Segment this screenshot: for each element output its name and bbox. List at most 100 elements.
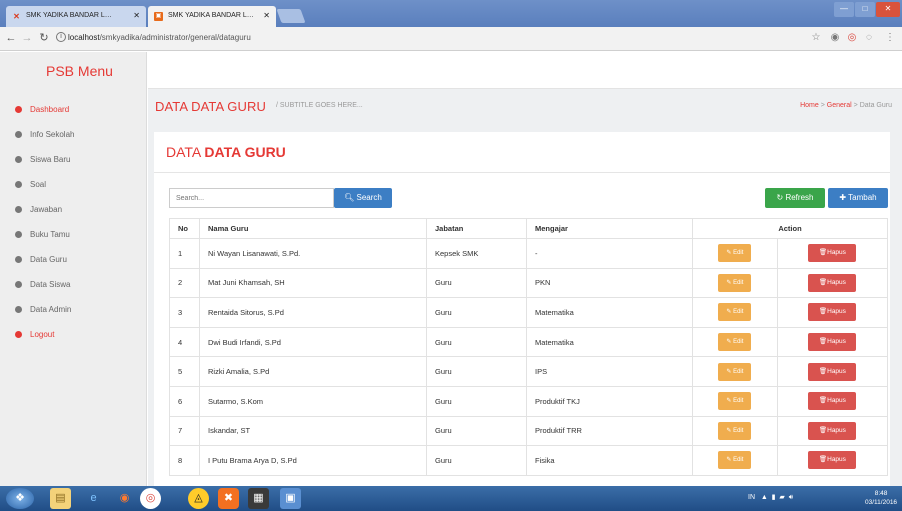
bullet-icon <box>15 206 22 213</box>
new-tab-button[interactable] <box>276 9 306 23</box>
close-tab-icon[interactable]: ✕ <box>263 6 270 26</box>
chrome-icon[interactable]: ◎ <box>140 488 161 509</box>
file-explorer-icon[interactable]: ▤ <box>50 488 71 509</box>
edit-icon: ✎ <box>726 309 732 316</box>
sidebar-item-logout[interactable]: Logout <box>0 325 146 350</box>
menu-icon[interactable]: ⋮ <box>884 32 896 44</box>
extension-icon[interactable]: ◌ <box>863 32 875 44</box>
window-close-icon[interactable]: ✕ <box>876 2 900 17</box>
search-button-label: Search <box>356 193 382 202</box>
breadcrumb-general[interactable]: General <box>827 102 852 109</box>
sidebar-item-data-guru[interactable]: Data Guru <box>0 250 146 275</box>
sidebar-item-data-admin[interactable]: Data Admin <box>0 300 146 325</box>
info-icon[interactable]: i <box>56 32 66 42</box>
start-button-icon[interactable]: ❖ <box>6 488 34 509</box>
edit-button-label: Edit <box>733 427 744 434</box>
search-button[interactable]: 🔍︎ Search <box>334 188 392 208</box>
language-indicator[interactable]: IN <box>748 494 755 501</box>
edit-button[interactable]: ✎ Edit <box>718 421 752 440</box>
sidebar-item-label: Soal <box>30 180 47 189</box>
bookmark-star-icon[interactable]: ☆ <box>810 32 822 44</box>
edit-button[interactable]: ✎ Edit <box>718 451 752 470</box>
cell-no: 6 <box>169 385 200 417</box>
tray-arrow-icon[interactable]: ▲ <box>757 494 768 501</box>
address-bar: ← → ↻ i localhost/smkyadika/administrato… <box>0 27 902 51</box>
sidebar-item-info-sekolah[interactable]: Info Sekolah <box>0 125 146 150</box>
extension-icon[interactable]: ◎ <box>846 32 858 44</box>
minimize-icon[interactable]: — <box>834 2 854 17</box>
sidebar-item-data-siswa[interactable]: Data Siswa <box>0 275 146 300</box>
delete-button[interactable]: 🗑︎Hapus <box>808 362 857 381</box>
cell-jabatan: Guru <box>426 356 527 387</box>
edit-button[interactable]: ✎ Edit <box>718 244 752 263</box>
delete-button[interactable]: 🗑︎Hapus <box>808 451 857 470</box>
cell-nama-guru: I Putu Brama Arya D, S.Pd <box>199 445 427 476</box>
extension-icon[interactable]: ◉ <box>829 32 841 44</box>
cell-delete: 🗑︎Hapus <box>776 267 889 299</box>
edit-button[interactable]: ✎ Edit <box>718 273 752 292</box>
sidebar-item-dashboard[interactable]: Dashboard <box>0 100 146 125</box>
table-header-row: No Nama Guru Jabatan Mengajar Action <box>169 218 888 239</box>
sidebar-item-jawaban[interactable]: Jawaban <box>0 200 146 225</box>
reload-icon[interactable]: ↻ <box>38 32 50 44</box>
sidebar-item-soal[interactable]: Soal <box>0 175 146 200</box>
edit-button[interactable]: ✎ Edit <box>718 303 752 322</box>
network-icon[interactable]: ▮ <box>770 494 776 501</box>
xampp-icon[interactable]: ✖ <box>218 488 239 509</box>
battery-icon[interactable]: ▰ <box>777 494 784 501</box>
volume-icon[interactable]: 🔊︎ <box>787 494 793 501</box>
sidebar-item-siswa-baru[interactable]: Siswa Baru <box>0 150 146 175</box>
close-tab-icon[interactable]: ✕ <box>133 6 140 26</box>
sidebar-brand[interactable]: PSB Menu <box>0 52 146 90</box>
clock[interactable]: 8:48 03/11/2016 <box>865 489 897 507</box>
table-row: 4 Dwi Budi Irfandi, S.Pd Guru Matematika ✎ E… <box>169 326 889 358</box>
refresh-button[interactable]: ↻ Refresh <box>765 188 825 208</box>
column-header-action: Action <box>692 218 888 239</box>
browser-tab-1[interactable]: ✕ SMK YADIKA BANDAR L… ✕ <box>6 6 146 27</box>
sidebar-item-label: Info Sekolah <box>30 130 75 139</box>
url-path: /smkyadika/administrator/general/datagur… <box>99 33 251 42</box>
delete-button[interactable]: 🗑︎Hapus <box>808 273 857 292</box>
bullet-icon <box>15 181 22 188</box>
edit-button[interactable]: ✎ Edit <box>718 333 752 352</box>
search-input[interactable] <box>169 188 334 208</box>
delete-button[interactable]: 🗑︎Hapus <box>808 333 857 352</box>
breadcrumb: Home > General > Data Guru <box>800 102 892 109</box>
maximize-icon[interactable]: □ <box>855 2 875 17</box>
edit-button[interactable]: ✎ Edit <box>718 392 752 411</box>
panel-title-bold: DATA GURU <box>204 144 286 160</box>
forward-arrow-icon[interactable]: → <box>21 32 33 44</box>
cell-nama-guru: Ni Wayan Lisanawati, S.Pd. <box>199 238 427 269</box>
cell-jabatan: Guru <box>426 385 527 417</box>
breadcrumb-separator: > <box>820 102 825 109</box>
bullet-icon <box>15 306 22 313</box>
data-panel: DATA DATA GURU 🔍︎ Search ↻ Refresh ✚ Tam… <box>154 132 890 486</box>
cell-no: 8 <box>169 445 200 476</box>
delete-button[interactable]: 🗑︎Hapus <box>808 244 857 263</box>
trash-icon: 🗑︎ <box>818 338 828 346</box>
cell-mengajar: Fisika <box>526 445 693 476</box>
cell-delete: 🗑︎Hapus <box>776 385 889 417</box>
back-arrow-icon[interactable]: ← <box>5 32 17 44</box>
breadcrumb-home[interactable]: Home <box>800 102 819 109</box>
cell-jabatan: Guru <box>426 297 527 328</box>
media-player-icon[interactable]: ◉ <box>114 488 135 509</box>
edit-button[interactable]: ✎ Edit <box>718 362 752 381</box>
url-field[interactable]: localhost/smkyadika/administrator/genera… <box>68 33 251 42</box>
add-button[interactable]: ✚ Tambah <box>828 188 888 208</box>
delete-button[interactable]: 🗑︎Hapus <box>808 421 857 440</box>
delete-button[interactable]: 🗑︎Hapus <box>808 303 857 322</box>
delete-button[interactable]: 🗑︎Hapus <box>808 392 857 411</box>
internet-explorer-icon[interactable]: e <box>83 488 104 509</box>
cell-mengajar: Produktif TRR <box>526 415 693 447</box>
editor-icon[interactable]: ▦ <box>248 488 269 509</box>
cell-delete: 🗑︎Hapus <box>776 238 889 269</box>
browser-tab-2[interactable]: ▣ SMK YADIKA BANDAR L… ✕ <box>148 6 276 27</box>
cell-jabatan: Guru <box>426 445 527 476</box>
sidebar-item-buku-tamu[interactable]: Buku Tamu <box>0 225 146 250</box>
cell-edit: ✎ Edit <box>692 385 778 417</box>
app-icon[interactable]: ◬ <box>188 488 209 509</box>
window-icon[interactable]: ▣ <box>280 488 301 509</box>
cell-edit: ✎ Edit <box>692 445 778 476</box>
trash-icon: 🗑︎ <box>818 278 828 286</box>
